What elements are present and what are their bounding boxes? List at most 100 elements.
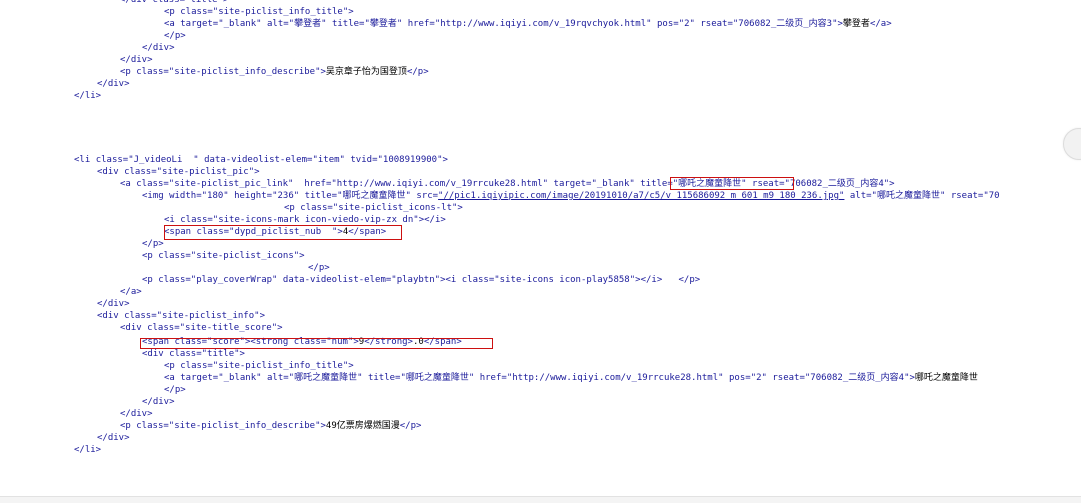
code-line: <span class="dypd_piclist_nub ">4</span> — [164, 226, 386, 238]
code-line: <li class="J_videoLi " data-videolist-el… — [74, 154, 448, 166]
code-token: class — [180, 361, 208, 371]
code-token: "攀登者" — [364, 19, 408, 29]
code-token: class — [158, 275, 186, 285]
code-token: "site-piclist_icons-lt" — [332, 203, 458, 213]
code-token: <p — [164, 361, 181, 371]
code-token: href — [304, 179, 326, 189]
code-token: rseat — [700, 19, 728, 29]
code-token: > — [457, 203, 463, 213]
code-token: <div — [97, 311, 125, 321]
code-token: <p — [120, 421, 137, 431]
code-token: class — [174, 337, 202, 347]
code-token: "706082_二级页_内容3" — [732, 19, 838, 29]
code-line: <a class="site-piclist_pic_link" href="h… — [120, 178, 895, 190]
code-token: pos — [657, 19, 674, 29]
code-token: <p — [164, 7, 181, 17]
code-token: class — [180, 215, 208, 225]
code-token: "哪吒之魔童降世" — [400, 373, 480, 383]
code-token: > — [889, 179, 895, 189]
code-line: </div> — [97, 432, 130, 444]
code-token: rseat — [772, 373, 800, 383]
code-token: <a — [164, 373, 181, 383]
code-token: "706082_二级页_内容4" — [804, 373, 910, 383]
code-token: rseat — [752, 179, 780, 189]
code-line: </li> — [74, 90, 101, 102]
code-token: rseat — [950, 191, 978, 201]
code-line: <p class="site-piclist_icons"> — [142, 250, 305, 262]
code-token: </a> — [120, 287, 142, 297]
bottom-scrollbar-track[interactable] — [0, 496, 1081, 503]
code-token: class — [136, 421, 164, 431]
code-line: <p class="site-piclist_info_describe">49… — [120, 420, 421, 432]
code-token: "site-title_score" — [179, 323, 278, 333]
code-token: "http://www.iqiyi.com/v_19rqvchyok.html" — [434, 19, 657, 29]
code-token: 哪吒之魔童降世 — [914, 373, 978, 383]
code-token: </div> — [97, 433, 130, 443]
code-token: alt — [266, 373, 284, 383]
code-token: </div> — [97, 79, 130, 89]
code-token: <p — [142, 275, 159, 285]
code-line: <a target="_blank" alt="攀登者" title="攀登者"… — [164, 18, 892, 30]
code-token: </div> — [120, 55, 153, 65]
code-token: </a> — [869, 19, 892, 29]
code-token: > — [222, 0, 229, 5]
code-token: "_blank" — [218, 373, 267, 383]
code-token: title — [331, 19, 360, 29]
code-token: </div> — [142, 397, 175, 407]
code-link[interactable]: "//pic1.iqiyipic.com/image/20191010/a7/c… — [438, 191, 844, 201]
code-token: "site-piclist_pic" — [156, 167, 255, 177]
code-token: "site-piclist_icons" — [190, 251, 300, 261]
code-token: </p> — [406, 67, 429, 77]
code-token: alt — [266, 19, 284, 29]
code-token: > — [239, 349, 245, 359]
code-line: <span class="score"><strong class="num">… — [142, 336, 462, 348]
code-token: data-videolist-elem — [282, 275, 386, 285]
code-token: <img — [142, 191, 170, 201]
code-token: "play_coverWrap" — [190, 275, 283, 285]
code-line: </li> — [74, 444, 101, 456]
code-token: "site-icons icon-play5858" — [494, 275, 636, 285]
code-token: "_blank" — [218, 19, 267, 29]
code-token: class — [158, 251, 186, 261]
code-token: .0 — [412, 337, 424, 347]
code-token: class — [300, 203, 328, 213]
code-token: class — [461, 275, 489, 285]
code-token: "site-icons-mark icon-viedo-vip-zx dn" — [212, 215, 419, 225]
code-line: </div> — [97, 298, 130, 310]
code-token: class — [136, 179, 164, 189]
code-token: target — [553, 179, 587, 189]
code-token: "http://www.iqiyi.com/v_19rrcuke28.html" — [506, 373, 729, 383]
code-line: </div> — [120, 408, 153, 420]
code-token: "70 — [983, 191, 1000, 201]
code-token: "攀登者" — [288, 19, 332, 29]
code-token: target — [180, 19, 213, 29]
code-token: class — [169, 349, 197, 359]
source-code-viewer: </div class="title"> <p class="site-picli… — [0, 0, 1081, 503]
code-token: "title" — [201, 349, 240, 359]
code-token: "1008919900" — [377, 155, 443, 165]
code-token: <strong — [250, 337, 294, 347]
code-token: > — [259, 311, 265, 321]
code-token: ></i> — [418, 215, 446, 225]
code-line: <img width="180" height="236" title="哪吒之… — [142, 190, 1000, 202]
code-token: </li> — [74, 91, 102, 101]
code-token: </div> — [142, 43, 175, 53]
code-token: </span> — [348, 227, 387, 237]
code-token: "_blank" — [591, 179, 641, 189]
code-token: class — [136, 67, 164, 77]
code-token: "236" — [272, 191, 305, 201]
code-line: </div> — [97, 78, 130, 90]
code-token: </div> — [97, 299, 130, 309]
code-token: "2" — [750, 373, 773, 383]
code-token: "J_videoLi " — [128, 155, 205, 165]
code-line: </p> — [308, 262, 330, 274]
code-token: <p — [120, 67, 137, 77]
code-token: <li — [74, 155, 96, 165]
code-line: </div> — [142, 42, 175, 54]
code-token: "site-piclist_info_describe" — [168, 421, 321, 431]
code-token: <p — [142, 251, 159, 261]
code-token: "2" — [678, 19, 701, 29]
code-token: "哪吒之魔童降世" — [672, 179, 753, 189]
code-token: "title" — [185, 0, 223, 5]
code-line: <i class="site-icons-mark icon-viedo-vip… — [164, 214, 446, 226]
